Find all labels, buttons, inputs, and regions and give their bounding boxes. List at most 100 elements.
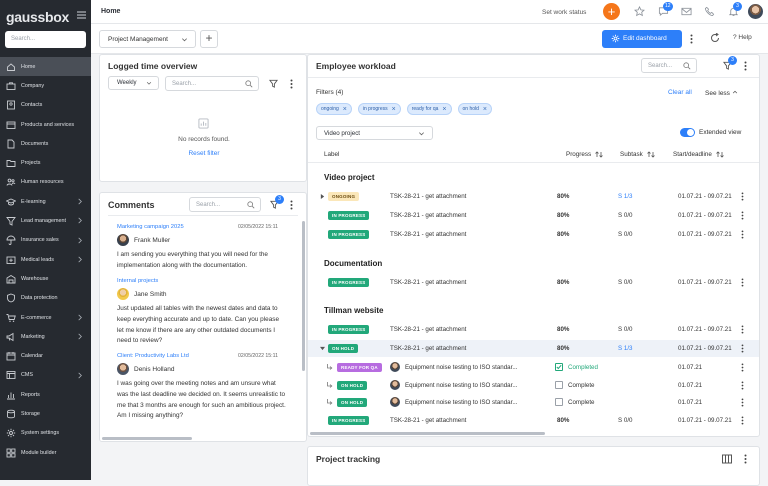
- more-icon[interactable]: [743, 454, 747, 464]
- remove-filter-icon[interactable]: ×: [392, 106, 396, 113]
- edit-dashboard-button[interactable]: Edit dashboard: [602, 30, 682, 48]
- help-link[interactable]: ? Help: [733, 34, 752, 41]
- table-row[interactable]: IN PROGRESS TSK-28-21 - get attachment 80%…: [308, 321, 759, 338]
- table-row[interactable]: ON HOLD TSK-28-21 - get attachment 80% S 1/…: [308, 340, 759, 357]
- subtask-count[interactable]: S 1/3: [618, 345, 632, 352]
- period-select[interactable]: Weekly: [108, 76, 159, 90]
- chat-icon[interactable]: 12: [658, 2, 673, 17]
- sidebar-item-e-learning[interactable]: E-learning: [0, 192, 91, 211]
- column-subtask[interactable]: Subtask: [620, 151, 655, 158]
- project-select[interactable]: Video project: [316, 126, 433, 140]
- sidebar-item-home[interactable]: Home: [0, 57, 91, 77]
- more-icon[interactable]: [289, 200, 293, 210]
- task-name[interactable]: TSK-28-21 - get attachment: [390, 193, 466, 200]
- sidebar-item-e-commerce[interactable]: E-commerce: [0, 308, 91, 327]
- column-start-deadline[interactable]: Start/deadline: [673, 151, 724, 158]
- task-name[interactable]: TSK-28-21 - get attachment: [390, 417, 466, 424]
- complete-checkbox[interactable]: [555, 363, 563, 372]
- sidebar-item-module-builder[interactable]: Module builder: [0, 443, 91, 462]
- phone-icon[interactable]: [704, 6, 715, 17]
- subtask-count[interactable]: S 1/3: [618, 193, 632, 200]
- complete-checkbox[interactable]: [555, 380, 563, 389]
- filter-icon[interactable]: 3: [723, 56, 737, 70]
- bell-icon[interactable]: 3: [728, 2, 742, 17]
- task-name[interactable]: TSK-28-21 - get attachment: [390, 279, 466, 286]
- collapse-icon[interactable]: [320, 346, 325, 351]
- comment-project[interactable]: Client: Productivity Labs Ltd: [117, 353, 189, 359]
- sidebar-item-data-protection[interactable]: Data protection: [0, 289, 91, 308]
- comments-h-scrollbar[interactable]: [102, 437, 192, 440]
- star-icon[interactable]: [634, 6, 645, 17]
- workload-search-input[interactable]: Search...: [641, 58, 697, 73]
- table-row[interactable]: ONGOING TSK-28-21 - get attachment 80% S 1/…: [308, 188, 759, 205]
- sidebar-item-projects[interactable]: Projects: [0, 153, 91, 172]
- more-icon[interactable]: [743, 61, 747, 71]
- workload-h-scrollbar[interactable]: [310, 432, 545, 435]
- more-icon[interactable]: [689, 34, 693, 44]
- sidebar-item-company[interactable]: Company: [0, 76, 91, 95]
- row-more-icon[interactable]: [740, 363, 744, 372]
- hamburger-icon[interactable]: [76, 11, 86, 19]
- filter-icon[interactable]: [269, 79, 278, 88]
- user-avatar[interactable]: [748, 4, 763, 19]
- sidebar-item-human-resources[interactable]: Human resources: [0, 173, 91, 192]
- quick-add-button[interactable]: +: [603, 3, 620, 20]
- row-more-icon[interactable]: [740, 230, 744, 239]
- task-name[interactable]: TSK-28-21 - get attachment: [390, 212, 466, 219]
- sidebar-item-calendar[interactable]: Calendar: [0, 346, 91, 365]
- sidebar-search-input[interactable]: Search...: [5, 31, 86, 48]
- subtask-row[interactable]: READY FOR QA Equipment noise testing to I…: [308, 359, 759, 376]
- row-more-icon[interactable]: [740, 398, 744, 407]
- row-more-icon[interactable]: [740, 381, 744, 390]
- row-more-icon[interactable]: [740, 211, 744, 220]
- comments-search-input[interactable]: Search...: [189, 197, 261, 212]
- comment-project[interactable]: Internal projects: [117, 278, 158, 284]
- extended-view-toggle[interactable]: [680, 128, 695, 137]
- refresh-icon[interactable]: [710, 33, 720, 43]
- reset-filter-link[interactable]: Reset filter: [100, 150, 308, 157]
- row-more-icon[interactable]: [740, 192, 744, 201]
- task-name[interactable]: TSK-28-21 - get attachment: [390, 345, 466, 352]
- columns-icon[interactable]: [722, 454, 732, 464]
- task-name[interactable]: TSK-28-21 - get attachment: [390, 326, 466, 333]
- subtask-name[interactable]: Equipment noise testing to ISO standar..…: [405, 364, 517, 371]
- sidebar-item-storage[interactable]: Storage: [0, 404, 91, 423]
- dashboard-select[interactable]: Project Management: [99, 30, 196, 48]
- subtask-row[interactable]: ON HOLD Equipment noise testing to ISO st…: [308, 377, 759, 394]
- see-less-toggle[interactable]: See less: [705, 89, 738, 97]
- task-name[interactable]: TSK-28-21 - get attachment: [390, 231, 466, 238]
- remove-filter-icon[interactable]: ×: [343, 106, 347, 113]
- mail-icon[interactable]: [681, 6, 692, 17]
- row-more-icon[interactable]: [740, 325, 744, 334]
- comments-scrollbar[interactable]: [302, 221, 305, 371]
- sidebar-item-system-settings[interactable]: System settings: [0, 424, 91, 443]
- sidebar-item-insurance-sales[interactable]: Insurance sales: [0, 231, 91, 250]
- subtask-row[interactable]: ON HOLD Equipment noise testing to ISO st…: [308, 394, 759, 411]
- sidebar-item-cms[interactable]: CMS: [0, 366, 91, 385]
- sidebar-item-products-and-services[interactable]: Products and services: [0, 115, 91, 134]
- sidebar-item-warehouse[interactable]: Warehouse: [0, 269, 91, 288]
- expand-icon[interactable]: [320, 194, 325, 199]
- remove-filter-icon[interactable]: ×: [442, 106, 446, 113]
- sidebar-item-contacts[interactable]: Contacts: [0, 96, 91, 115]
- table-row[interactable]: IN PROGRESS TSK-28-21 - get attachment 80%…: [308, 274, 759, 291]
- sidebar-item-marketing[interactable]: Marketing: [0, 327, 91, 346]
- work-status-label[interactable]: Set work status: [542, 9, 586, 16]
- subtask-name[interactable]: Equipment noise testing to ISO standar..…: [405, 399, 517, 406]
- sidebar-item-documents[interactable]: Documents: [0, 134, 91, 153]
- logged-time-search-input[interactable]: Search...: [165, 76, 259, 91]
- table-row[interactable]: IN PROGRESS TSK-28-21 - get attachment 80%…: [308, 412, 759, 429]
- subtask-name[interactable]: Equipment noise testing to ISO standar..…: [405, 382, 517, 389]
- row-more-icon[interactable]: [740, 416, 744, 425]
- row-more-icon[interactable]: [740, 344, 744, 353]
- sidebar-item-reports[interactable]: Reports: [0, 385, 91, 404]
- row-more-icon[interactable]: [740, 278, 744, 287]
- clear-all-link[interactable]: Clear all: [668, 89, 692, 96]
- column-progress[interactable]: Progress: [566, 151, 603, 158]
- app-logo[interactable]: gaussbox: [6, 8, 69, 26]
- table-row[interactable]: IN PROGRESS TSK-28-21 - get attachment 80%…: [308, 226, 759, 243]
- complete-checkbox[interactable]: [555, 398, 563, 407]
- remove-filter-icon[interactable]: ×: [483, 106, 487, 113]
- filter-icon[interactable]: 3: [270, 195, 284, 209]
- sidebar-item-lead-management[interactable]: Lead management: [0, 211, 91, 230]
